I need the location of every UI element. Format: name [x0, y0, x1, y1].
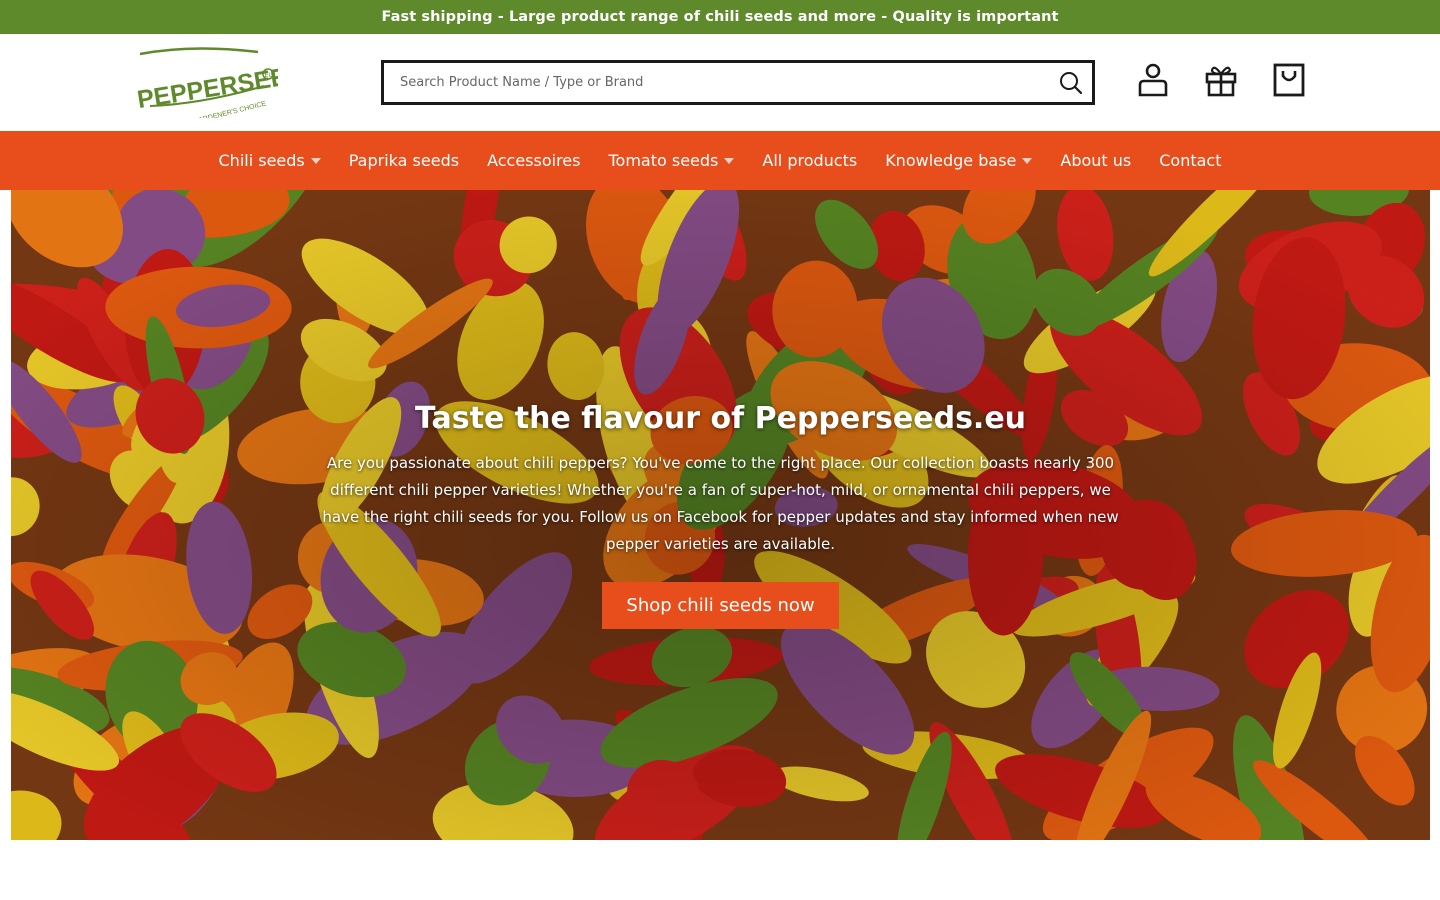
search-icon[interactable]: [1059, 71, 1083, 95]
chevron-down-icon[interactable]: [724, 157, 735, 164]
pepperseeds-logo[interactable]: PEPPERSEEDS EU THE CHILI GARDENER'S CHOI…: [132, 46, 324, 134]
user-icon[interactable]: [1136, 62, 1170, 98]
gift-icon[interactable]: [1204, 62, 1238, 98]
nav-item-contact[interactable]: Contact: [1145, 131, 1235, 190]
shop-chili-seeds-button[interactable]: Shop chili seeds now: [602, 582, 839, 629]
logo-badge: EU: [265, 73, 273, 79]
nav-item-accessoires[interactable]: Accessoires: [473, 131, 594, 190]
nav-item-about-us[interactable]: About us: [1046, 131, 1145, 190]
nav-item-chili-seeds[interactable]: Chili seeds: [205, 131, 335, 190]
nav-item-all-products[interactable]: All products: [748, 131, 871, 190]
site-header: PEPPERSEEDS EU THE CHILI GARDENER'S CHOI…: [0, 34, 1440, 134]
nav-item-label: Paprika seeds: [348, 151, 460, 170]
shopping-bag-icon[interactable]: [1272, 62, 1306, 98]
announcement-bar: Fast shipping - Large product range of c…: [0, 0, 1440, 34]
search-bar: [381, 60, 1095, 105]
hero-title: Taste the flavour of Pepperseeds.eu: [414, 401, 1027, 436]
main-navigation: Chili seeds Paprika seeds Accessoires To…: [0, 131, 1440, 190]
nav-item-paprika-seeds[interactable]: Paprika seeds: [335, 131, 473, 190]
nav-item-tomato-seeds[interactable]: Tomato seeds: [594, 131, 748, 190]
logo-graphic: PEPPERSEEDS EU THE CHILI GARDENER'S CHOI…: [135, 47, 324, 134]
nav-item-label: Accessoires: [487, 151, 581, 170]
hero-content: Taste the flavour of Pepperseeds.eu Are …: [11, 190, 1430, 840]
nav-item-label: All products: [762, 151, 858, 170]
announcement-text: Fast shipping - Large product range of c…: [381, 9, 1059, 25]
nav-item-label: Chili seeds: [218, 151, 305, 170]
nav-item-label: Tomato seeds: [608, 151, 719, 170]
nav-item-label: About us: [1060, 151, 1132, 170]
hero-banner: Taste the flavour of Pepperseeds.eu Are …: [11, 190, 1430, 840]
nav-item-label: Knowledge base: [885, 151, 1017, 170]
nav-item-label: Contact: [1159, 151, 1222, 170]
chevron-down-icon[interactable]: [1022, 157, 1033, 164]
search-input[interactable]: [384, 63, 1044, 102]
chevron-down-icon[interactable]: [310, 157, 321, 164]
nav-item-knowledge-base[interactable]: Knowledge base: [871, 131, 1046, 190]
hero-description: Are you passionate about chili peppers? …: [322, 454, 1119, 553]
